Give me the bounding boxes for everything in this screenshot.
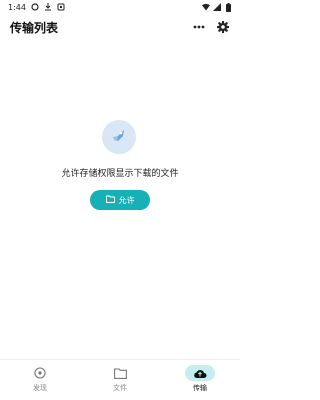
- header-actions: [192, 20, 230, 34]
- app-header: 传输列表: [0, 14, 240, 40]
- cloud-transfer-icon: [185, 365, 215, 381]
- allow-button-label: 允许: [118, 195, 135, 205]
- download-icon: [44, 3, 52, 11]
- nav-item-discover[interactable]: 发现: [10, 365, 70, 393]
- battery-icon: [224, 2, 232, 12]
- nav-label-discover: 发现: [33, 384, 47, 392]
- rocket-icon: [109, 125, 129, 149]
- settings-icon[interactable]: [216, 20, 230, 34]
- nav-item-transfer[interactable]: 传输: [170, 365, 230, 393]
- nav-label-files: 文件: [113, 384, 127, 392]
- discover-icon: [25, 365, 55, 381]
- status-right: [202, 2, 232, 12]
- sync-icon: [31, 3, 39, 11]
- empty-illustration: [102, 120, 136, 154]
- folder-icon: [105, 365, 135, 381]
- status-bar: 1:44: [0, 0, 240, 14]
- nav-label-transfer: 传输: [193, 384, 207, 392]
- status-left: 1:44: [8, 3, 65, 12]
- status-time: 1:44: [8, 2, 26, 12]
- nav-item-files[interactable]: 文件: [90, 365, 150, 393]
- more-icon[interactable]: [192, 20, 206, 34]
- signal-icon: [213, 3, 221, 11]
- empty-state-message: 允许存储权限显示下载的文件: [61, 169, 179, 179]
- allow-button[interactable]: 允许: [90, 190, 150, 210]
- wifi-icon: [202, 3, 210, 11]
- notification-icon: [57, 3, 65, 11]
- folder-icon: [105, 195, 115, 205]
- bottom-nav: 发现 文件 传输: [0, 359, 240, 400]
- page-title: 传输列表: [10, 20, 59, 35]
